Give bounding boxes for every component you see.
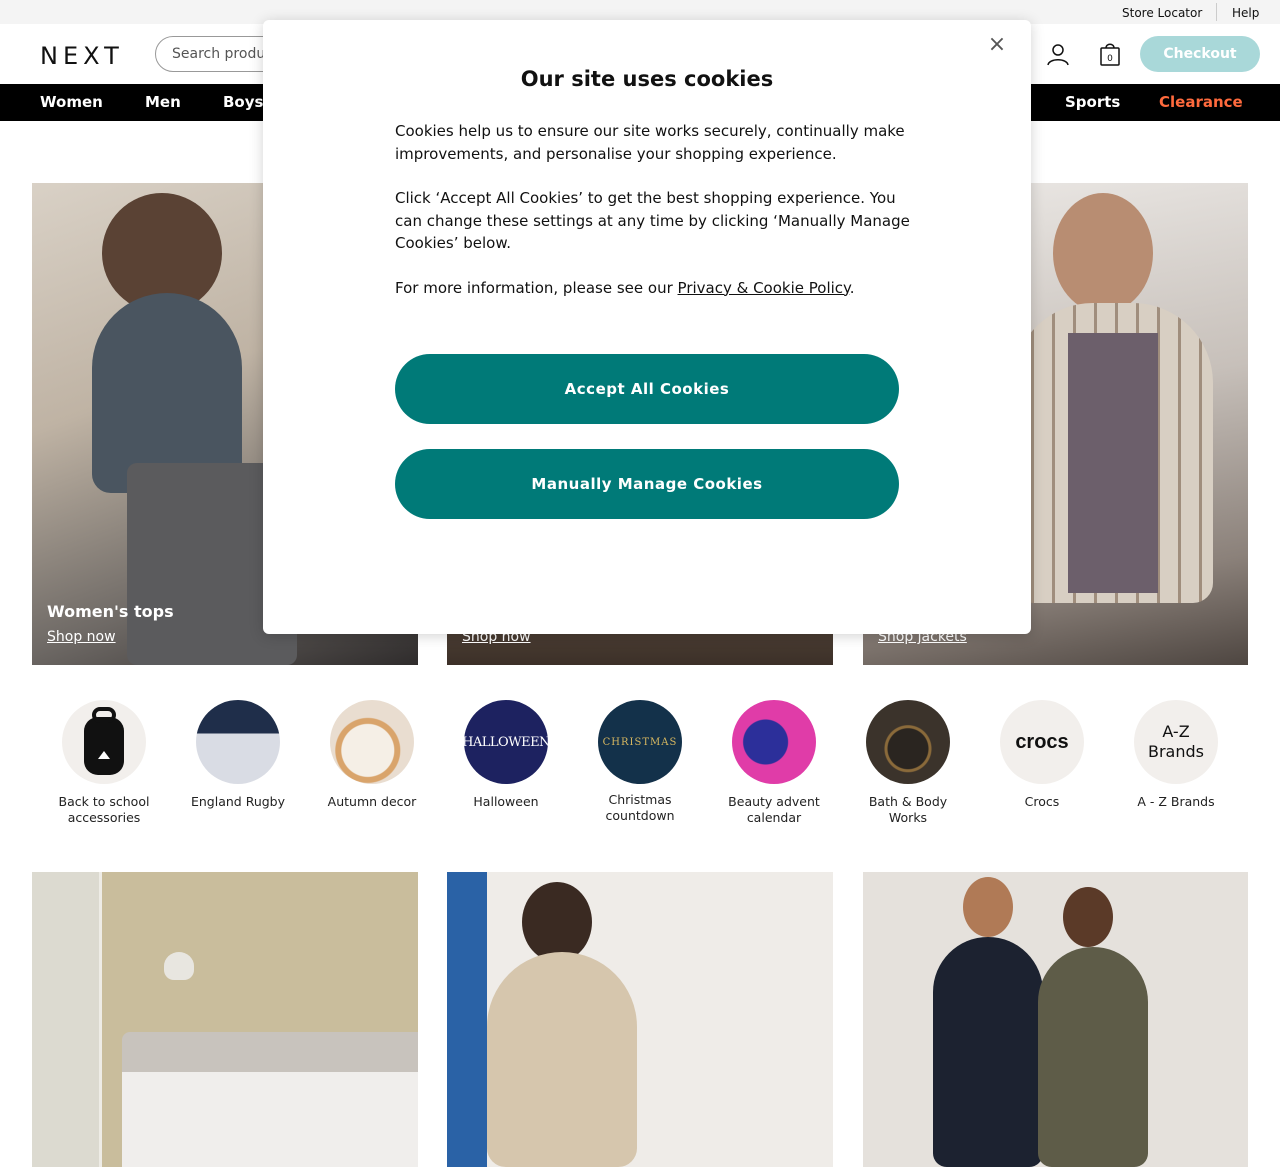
cookie-consent-modal: × Our site uses cookies Cookies help us … — [263, 20, 1031, 634]
crocs-logo: crocs — [1000, 700, 1084, 784]
christmas-text: CHRISTMAS — [602, 736, 678, 748]
cookie-paragraph-1: Cookies help us to ensure our site works… — [395, 122, 905, 163]
category-christmas-countdown[interactable]: CHRISTMAS Christmas countdown — [585, 700, 695, 824]
category-label: Halloween — [473, 794, 539, 809]
womens-fashion-tile[interactable] — [447, 872, 833, 1167]
category-label: A - Z Brands — [1137, 794, 1215, 809]
model-image — [1053, 193, 1153, 313]
model-tshirt — [1068, 333, 1158, 593]
account-icon[interactable] — [1046, 42, 1070, 66]
next-logo[interactable]: NEXT — [40, 42, 124, 70]
close-icon[interactable]: × — [985, 34, 1009, 58]
cookie-paragraph-3: For more information, please see our Pri… — [395, 277, 915, 300]
pumpkin-teapot-image — [330, 700, 414, 784]
modal-body: Cookies help us to ensure our site works… — [395, 120, 915, 321]
checkout-button[interactable]: Checkout — [1140, 36, 1260, 72]
olive-jacket-image — [1038, 947, 1148, 1167]
halloween-image: HALLOWEEN — [464, 700, 548, 784]
category-label: Autumn decor — [327, 794, 417, 809]
category-autumn-decor[interactable]: Autumn decor — [317, 700, 427, 810]
bed-image — [122, 1032, 418, 1167]
category-crocs[interactable]: crocs Crocs — [987, 700, 1097, 810]
candle-image — [866, 700, 950, 784]
blazer-image — [487, 952, 637, 1167]
nav-clearance[interactable]: Clearance — [1159, 93, 1243, 111]
category-label: Crocs — [1024, 794, 1060, 809]
a-z-brands-badge: A-Z Brands — [1134, 700, 1218, 784]
store-locator-link[interactable]: Store Locator — [1122, 6, 1202, 20]
category-label: Bath & Body Works — [868, 794, 948, 825]
category-back-to-school[interactable]: Back to school accessories — [49, 700, 159, 826]
halloween-text: HALLOWEEN — [464, 734, 548, 750]
nav-men[interactable]: Men — [145, 93, 181, 111]
hero-title: Women's tops — [47, 602, 174, 621]
policy-suffix: . — [849, 278, 855, 297]
advent-calendar-image — [732, 700, 816, 784]
policy-prefix: For more information, please see our — [395, 278, 678, 297]
bag-count: 0 — [1107, 54, 1113, 64]
privacy-policy-link[interactable]: Privacy & Cookie Policy — [678, 279, 850, 297]
christmas-image: CHRISTMAS — [598, 700, 682, 784]
badge-line-1: A-Z — [1162, 722, 1190, 741]
navy-jacket-image — [933, 937, 1043, 1167]
category-halloween[interactable]: HALLOWEEN Halloween — [451, 700, 561, 810]
category-england-rugby[interactable]: England Rugby — [183, 700, 293, 810]
accept-all-cookies-button[interactable]: Accept All Cookies — [395, 354, 899, 424]
category-label: Beauty advent calendar — [728, 794, 820, 825]
nav-boys[interactable]: Boys — [223, 93, 263, 111]
help-link[interactable]: Help — [1232, 6, 1259, 20]
shopping-bag-icon[interactable]: 0 — [1098, 42, 1122, 66]
lamp-image — [164, 952, 194, 980]
window-image — [447, 872, 487, 1167]
shop-now-link[interactable]: Shop now — [47, 629, 116, 645]
mens-fashion-tile[interactable] — [863, 872, 1248, 1167]
manually-manage-cookies-button[interactable]: Manually Manage Cookies — [395, 449, 899, 519]
category-label: Christmas countdown — [605, 792, 675, 823]
badge-line-2: Brands — [1148, 742, 1204, 761]
category-label: Back to school accessories — [58, 794, 150, 825]
backpack-icon — [62, 700, 146, 784]
model-image — [963, 877, 1013, 937]
home-promo-tile[interactable] — [32, 872, 418, 1167]
model-image — [1063, 887, 1113, 947]
rugby-players-image — [196, 700, 280, 784]
category-bath-body-works[interactable]: Bath & Body Works — [853, 700, 963, 826]
door-image — [32, 872, 102, 1167]
category-label: England Rugby — [190, 794, 286, 809]
category-beauty-advent[interactable]: Beauty advent calendar — [719, 700, 829, 826]
category-a-z-brands[interactable]: A-Z Brands A - Z Brands — [1121, 700, 1231, 810]
modal-title: Our site uses cookies — [520, 67, 774, 91]
utility-divider — [1216, 3, 1217, 21]
nav-women[interactable]: Women — [40, 93, 103, 111]
model-image — [522, 882, 592, 962]
nav-sports[interactable]: Sports — [1065, 93, 1120, 111]
cookie-paragraph-2: Click ‘Accept All Cookies’ to get the be… — [395, 189, 910, 252]
crocs-text: crocs — [1015, 730, 1069, 753]
